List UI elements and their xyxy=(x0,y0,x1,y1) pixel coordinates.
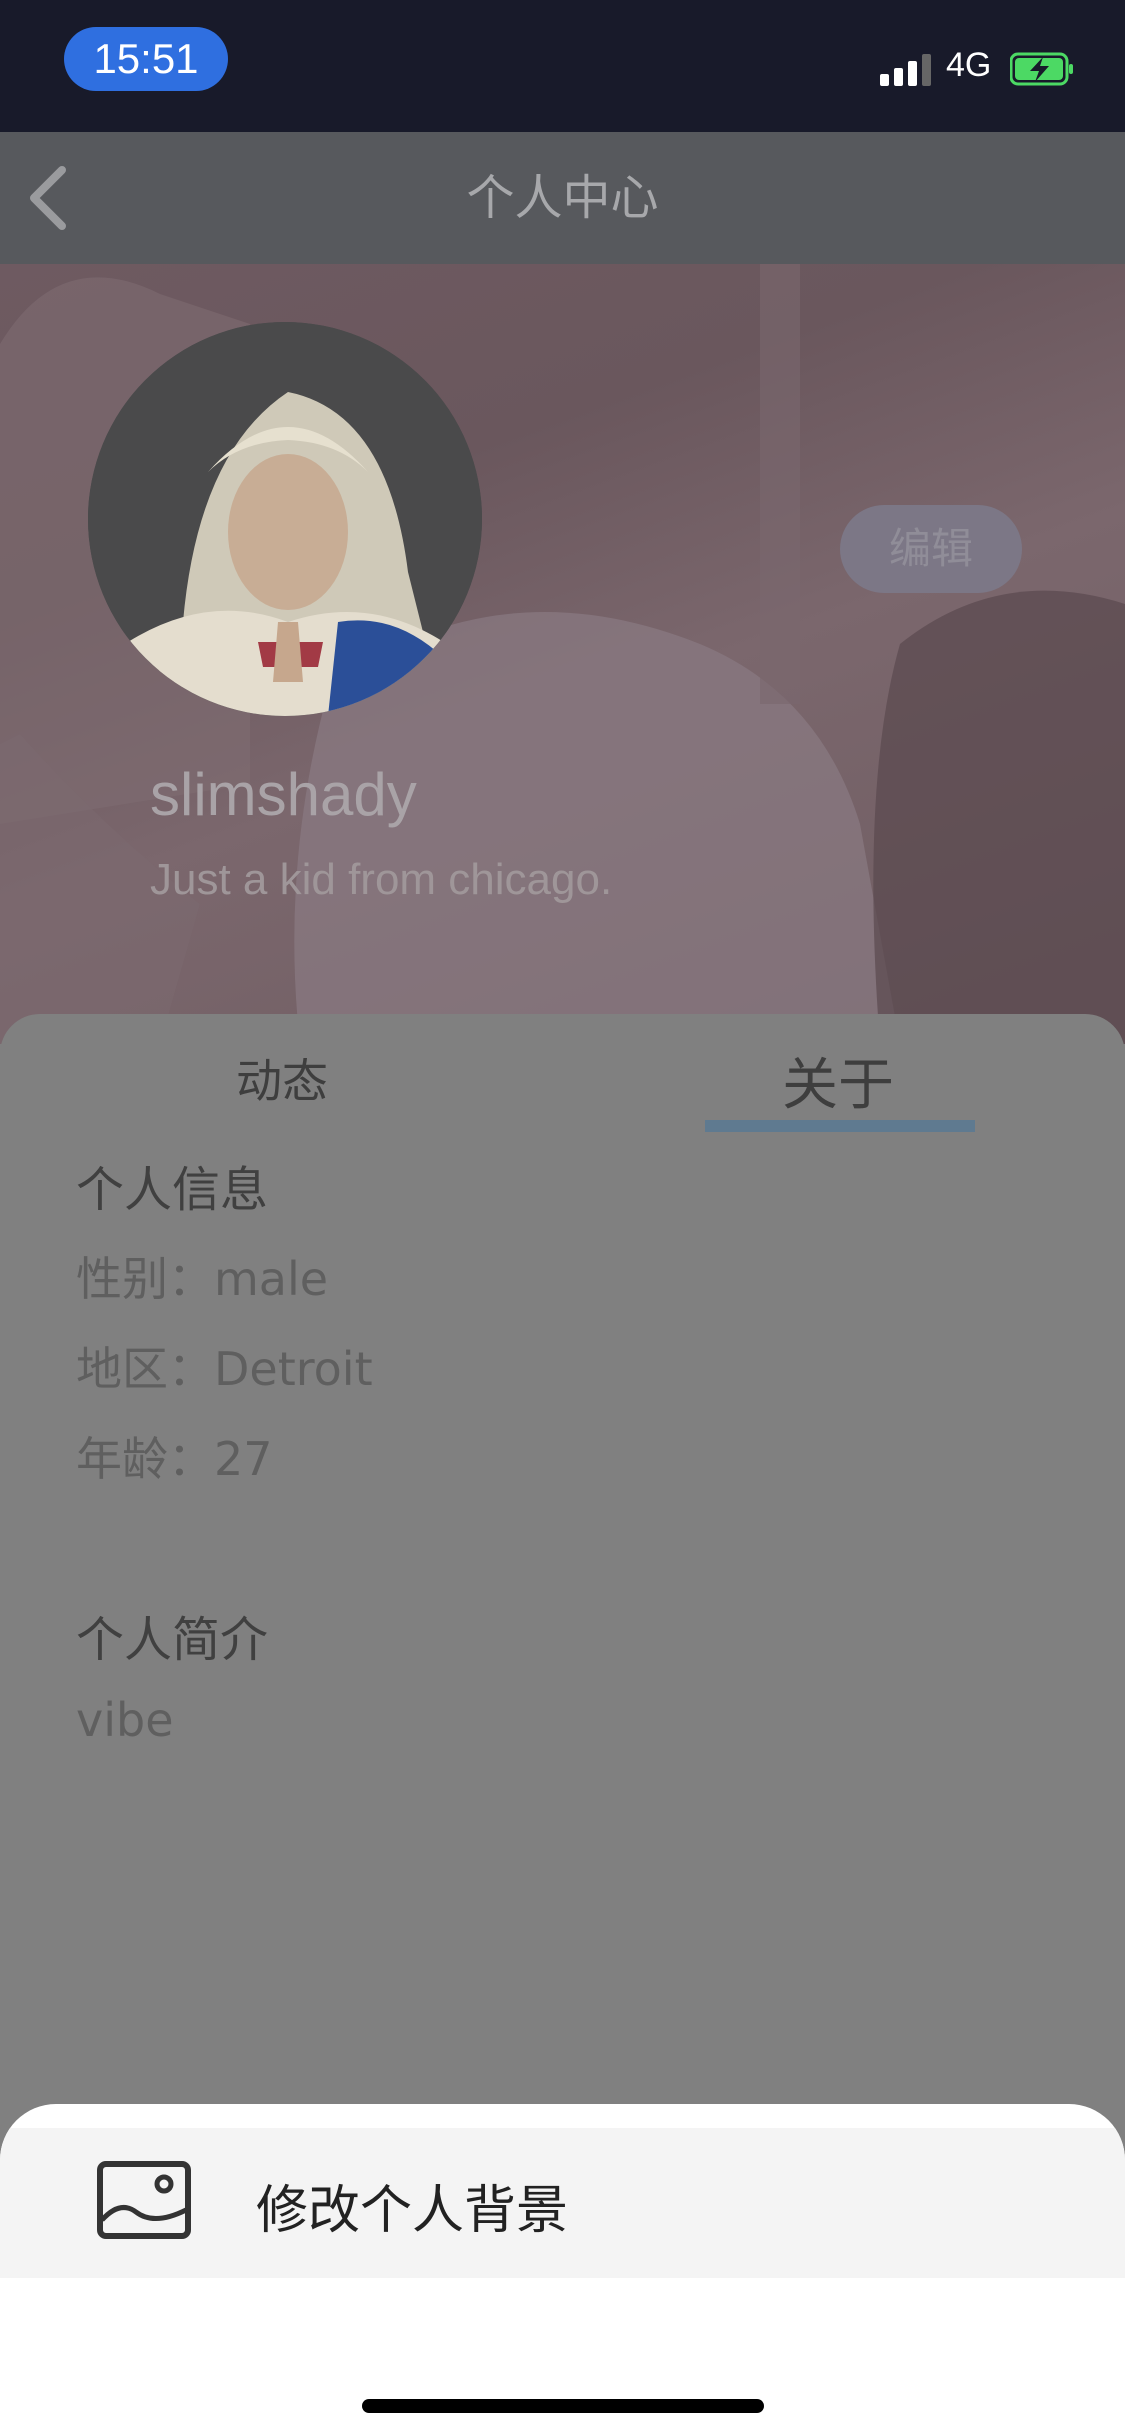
personal-info-heading: 个人信息 xyxy=(76,1162,269,1218)
image-icon xyxy=(97,2161,191,2239)
intro-heading: 个人简介 xyxy=(76,1612,269,1668)
user-bio: Just a kid from chicago. xyxy=(150,855,613,904)
home-indicator xyxy=(362,2399,764,2413)
avatar[interactable] xyxy=(88,322,482,716)
madonna-portrait-image xyxy=(88,322,482,716)
intro-text: vibe xyxy=(76,1693,174,1747)
signal-icon xyxy=(880,52,934,86)
status-time: 15:51 xyxy=(64,27,228,91)
action-sheet xyxy=(0,2104,1125,2436)
page-title: 个人中心 xyxy=(466,170,659,226)
region-row: 地区：Detroit xyxy=(76,1342,373,1396)
age-row: 年龄：27 xyxy=(76,1432,273,1486)
tab-dynamic[interactable]: 动态 xyxy=(236,1045,328,1111)
edit-profile-button[interactable]: 编辑 xyxy=(840,505,1022,593)
battery-charging-icon xyxy=(1010,52,1073,86)
change-background-label[interactable]: 修改个人背景 xyxy=(256,2168,568,2243)
active-tab-indicator xyxy=(705,1120,975,1132)
username: slimshady xyxy=(150,761,417,828)
network-type: 4G xyxy=(946,46,992,84)
gender-row: 性别：male xyxy=(76,1252,329,1306)
tab-about[interactable]: 关于 xyxy=(782,1040,894,1121)
